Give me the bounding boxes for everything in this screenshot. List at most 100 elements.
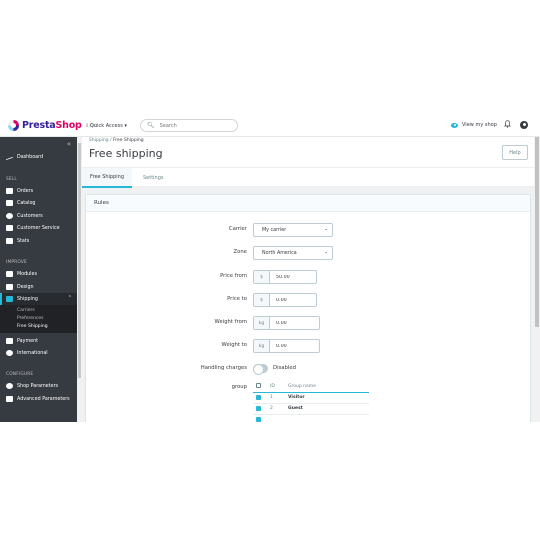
weight-to-label: Weight to bbox=[221, 342, 247, 348]
currency-addon: $ bbox=[254, 271, 270, 283]
sidebar-item-label: Shop Parameters bbox=[17, 383, 59, 389]
sidebar-item-label: Modules bbox=[17, 271, 37, 277]
group-name: Visitor bbox=[285, 392, 369, 404]
weight-to-group: kg bbox=[253, 339, 320, 353]
group-id: 1 bbox=[267, 392, 285, 404]
currency-addon: $ bbox=[254, 294, 270, 306]
sidebar-item-modules[interactable]: Modules bbox=[0, 268, 77, 280]
sidebar-item-customer-service[interactable]: Customer Service bbox=[0, 222, 77, 234]
table-row: 2 Guest bbox=[253, 403, 369, 415]
weight-from-group: kg bbox=[253, 316, 320, 330]
checkbox-cell bbox=[253, 403, 267, 415]
group-checkbox[interactable] bbox=[256, 416, 261, 422]
tabs: Free Shipping Settings bbox=[82, 167, 534, 188]
group-label: group bbox=[231, 384, 247, 390]
handling-toggle[interactable] bbox=[253, 364, 268, 375]
weight-from-input[interactable] bbox=[270, 317, 314, 329]
carrier-select[interactable]: My carrier ⌄ bbox=[253, 223, 333, 237]
table-row: 1 Visitor bbox=[253, 392, 369, 404]
tab-free-shipping[interactable]: Free Shipping bbox=[82, 168, 133, 188]
price-to-label: Price to bbox=[227, 296, 247, 302]
zone-select[interactable]: North America ⌄ bbox=[253, 246, 333, 260]
sidebar-item-label: Design bbox=[17, 284, 34, 290]
checkbox-cell bbox=[253, 414, 267, 422]
sidebar-item-shop-parameters[interactable]: Shop Parameters bbox=[0, 380, 77, 392]
rules-panel: Rules Carrier My carrier ⌄ Zone North Am… bbox=[85, 194, 531, 422]
globe-icon bbox=[6, 350, 13, 356]
sidebar-item-label: Shipping bbox=[17, 296, 38, 302]
sidebar-item-payment[interactable]: Payment bbox=[0, 335, 77, 347]
sidebar-item-label: Customers bbox=[17, 213, 43, 219]
quick-access-dropdown[interactable]: Quick Access ▾ bbox=[90, 123, 127, 129]
group-table: ID Group name 1 Visitor 2 Guest bbox=[253, 381, 369, 422]
weight-from-row: Weight from kg bbox=[86, 316, 532, 330]
page-header: Shipping / Free Shipping Free shipping H… bbox=[82, 137, 534, 167]
user-icon[interactable] bbox=[520, 121, 528, 129]
group-id bbox=[267, 414, 285, 422]
orders-icon bbox=[6, 188, 13, 194]
trending-icon bbox=[6, 154, 13, 160]
weight-to-row: Weight to kg bbox=[86, 339, 532, 353]
section-sell: SELL bbox=[6, 177, 18, 182]
unit-addon: kg bbox=[254, 340, 270, 352]
sidebar-item-orders[interactable]: Orders bbox=[0, 185, 77, 197]
view-my-shop-link[interactable]: View my shop bbox=[451, 122, 497, 128]
search-input[interactable] bbox=[159, 122, 230, 129]
submenu-item-free-shipping[interactable]: Free Shipping bbox=[17, 324, 48, 329]
credit-card-icon bbox=[6, 338, 13, 344]
sidebar-item-label: Catalog bbox=[17, 200, 36, 206]
main-scrollbar[interactable] bbox=[534, 137, 540, 422]
settings-app-icon bbox=[6, 396, 13, 402]
app-window: PrestaShop 8.0.4 Quick Access ▾ 🔍︎ View … bbox=[0, 114, 540, 422]
carrier-label: Carrier bbox=[228, 226, 247, 232]
sidebar-item-customers[interactable]: Customers bbox=[0, 210, 77, 222]
bell-icon[interactable] bbox=[504, 120, 511, 128]
sidebar-item-design[interactable]: Design bbox=[0, 281, 77, 293]
price-to-group: $ bbox=[253, 293, 317, 307]
sidebar-item-label: Stats bbox=[17, 238, 30, 244]
price-to-row: Price to $ bbox=[86, 293, 532, 307]
price-to-input[interactable] bbox=[270, 294, 314, 306]
eye-icon bbox=[451, 122, 458, 128]
handling-status: Disabled bbox=[273, 365, 297, 371]
gear-icon bbox=[6, 383, 13, 389]
tab-settings[interactable]: Settings bbox=[135, 168, 172, 188]
carrier-value: My carrier bbox=[262, 228, 287, 233]
sidebar-item-stats[interactable]: Stats bbox=[0, 235, 77, 247]
sidebar-item-shipping[interactable]: Shipping ⌃ bbox=[0, 293, 77, 305]
view-my-shop-label: View my shop bbox=[462, 122, 497, 128]
submenu-item-carriers[interactable]: Carriers bbox=[17, 308, 35, 313]
help-button[interactable]: Help bbox=[502, 145, 528, 160]
group-row: group ID Group name 1 Visitor 2 Guest bbox=[86, 381, 532, 422]
sidebar-item-international[interactable]: International bbox=[0, 347, 77, 359]
sidebar-item-label: Payment bbox=[17, 338, 39, 344]
handling-row: Handling charges Disabled bbox=[86, 362, 532, 376]
search-box[interactable]: 🔍︎ bbox=[140, 119, 238, 132]
select-all-checkbox[interactable] bbox=[256, 383, 261, 389]
prestashop-logo[interactable]: PrestaShop 8.0.4 bbox=[8, 120, 97, 131]
submenu-item-preferences[interactable]: Preferences bbox=[17, 316, 43, 321]
sidebar-item-dashboard[interactable]: Dashboard bbox=[0, 151, 77, 163]
puzzle-icon bbox=[6, 271, 13, 277]
breadcrumb-shipping[interactable]: Shipping bbox=[89, 138, 109, 143]
sidebar-scroll-thumb[interactable] bbox=[78, 143, 81, 378]
breadcrumb-current: Free Shipping bbox=[113, 138, 144, 143]
main-scroll-thumb[interactable] bbox=[535, 137, 539, 327]
price-from-group: $ bbox=[253, 270, 317, 284]
section-configure: CONFIGURE bbox=[6, 372, 34, 377]
sidebar-item-advanced-parameters[interactable]: Advanced Parameters bbox=[0, 393, 77, 405]
table-header-row: ID Group name bbox=[253, 381, 369, 393]
chat-icon bbox=[6, 225, 13, 231]
price-from-label: Price from bbox=[220, 273, 247, 279]
monitor-icon bbox=[6, 284, 13, 290]
price-from-input[interactable] bbox=[270, 271, 314, 283]
group-checkbox[interactable] bbox=[256, 405, 261, 411]
catalog-icon bbox=[6, 200, 13, 206]
group-checkbox[interactable] bbox=[256, 394, 261, 400]
checkbox-cell bbox=[253, 392, 267, 404]
page-title: Free shipping bbox=[89, 147, 163, 160]
chevron-up-icon: ⌃ bbox=[67, 295, 72, 301]
sidebar-item-catalog[interactable]: Catalog bbox=[0, 197, 77, 209]
collapse-sidebar-icon[interactable]: « bbox=[67, 140, 71, 148]
weight-to-input[interactable] bbox=[270, 340, 314, 352]
